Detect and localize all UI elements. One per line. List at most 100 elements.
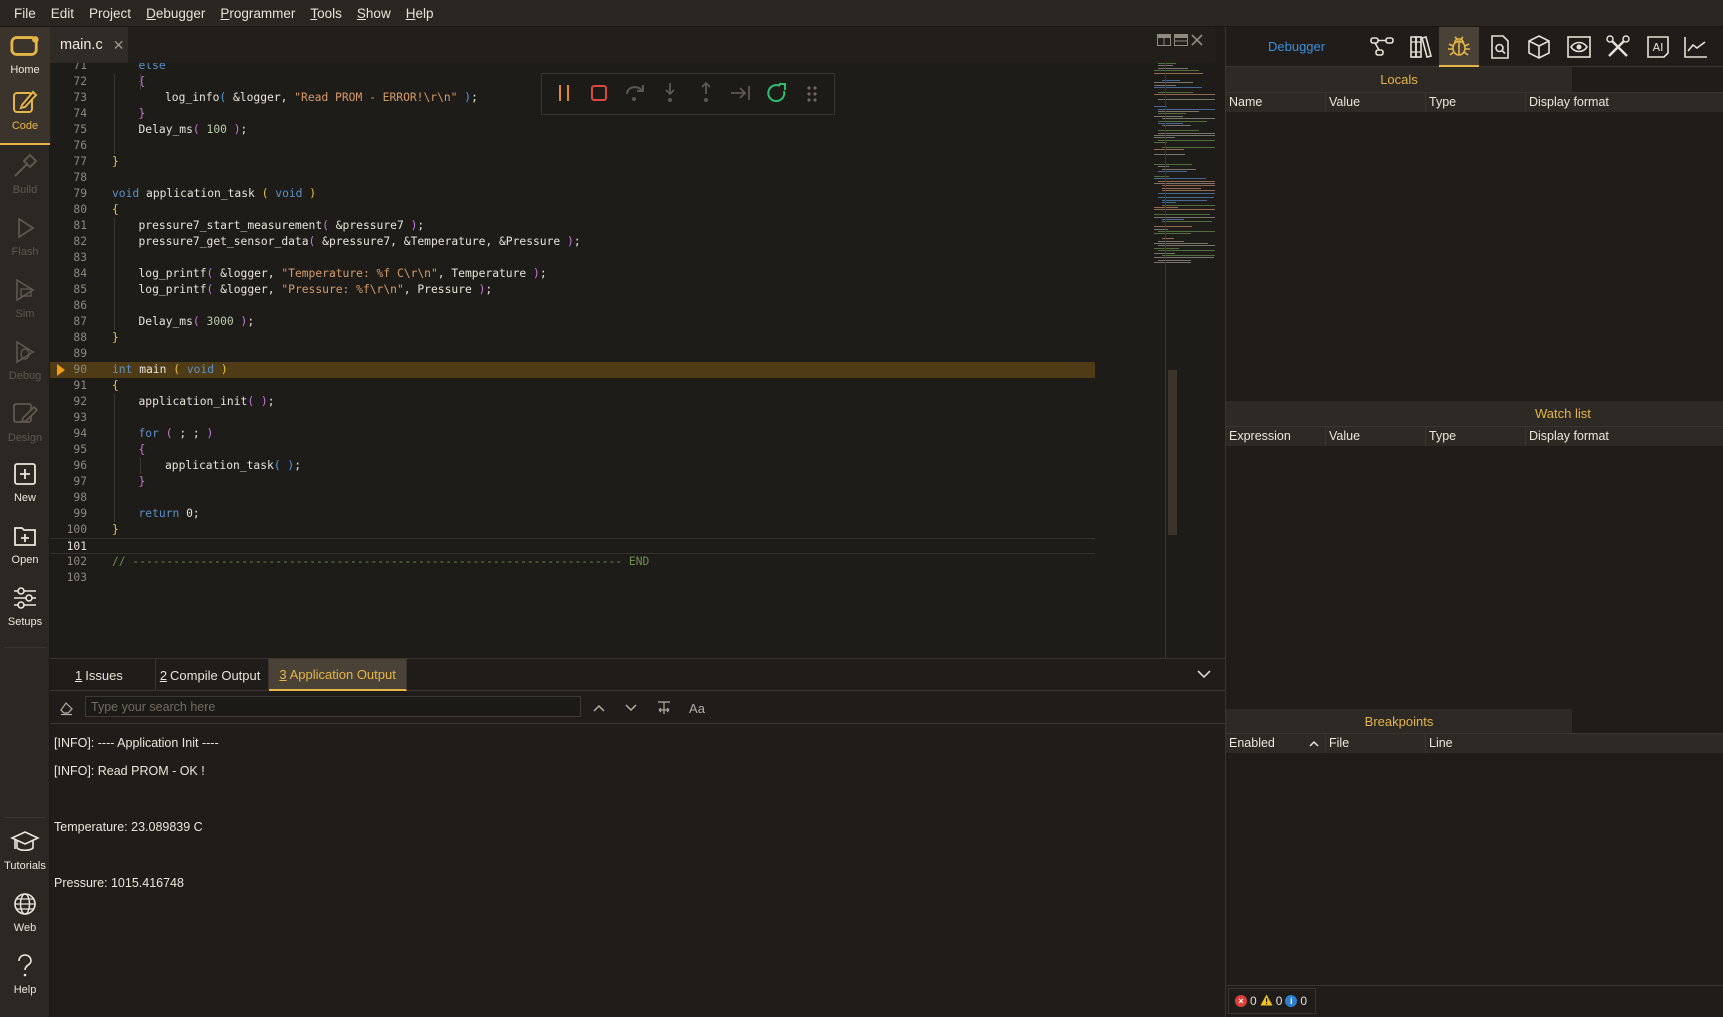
restart-button[interactable] bbox=[763, 80, 791, 108]
menu-programmer[interactable]: Programmer bbox=[220, 6, 295, 21]
pause-button[interactable] bbox=[550, 80, 578, 108]
menu-tools[interactable]: Tools bbox=[310, 6, 342, 21]
line-number[interactable]: 73 bbox=[50, 90, 87, 106]
line-number[interactable]: 101 bbox=[50, 539, 87, 555]
search-previous-chevron-up-icon[interactable] bbox=[588, 697, 610, 719]
code-line[interactable]: 102 // ----------------------------------… bbox=[50, 554, 1095, 570]
code-line[interactable]: 91 { bbox=[50, 378, 1095, 394]
menu-project[interactable]: Project bbox=[89, 6, 131, 21]
column-header-value[interactable]: Value bbox=[1326, 427, 1426, 446]
line-number[interactable]: 92 bbox=[50, 394, 87, 410]
line-number[interactable]: 102 bbox=[50, 554, 87, 570]
line-number[interactable]: 93 bbox=[50, 410, 87, 426]
code-line[interactable]: 83 bbox=[50, 250, 1095, 266]
line-number[interactable]: 99 bbox=[50, 506, 87, 522]
problems-counter[interactable]: × 0 0 i 0 bbox=[1228, 988, 1316, 1014]
column-header-value[interactable]: Value bbox=[1326, 93, 1426, 112]
line-number[interactable]: 83 bbox=[50, 250, 87, 266]
code-line[interactable]: 99 return 0; bbox=[50, 506, 1095, 522]
code-line[interactable]: 84 log_printf( &logger, "Temperature: %f … bbox=[50, 266, 1095, 282]
line-number[interactable]: 72 bbox=[50, 74, 87, 90]
column-header-display-format[interactable]: Display format bbox=[1526, 93, 1723, 112]
column-header-file[interactable]: File bbox=[1326, 734, 1426, 753]
menu-edit[interactable]: Edit bbox=[51, 6, 74, 21]
line-number[interactable]: 85 bbox=[50, 282, 87, 298]
column-header-expression[interactable]: Expression bbox=[1226, 427, 1326, 446]
file-search-icon[interactable] bbox=[1480, 27, 1520, 67]
line-number[interactable]: 91 bbox=[50, 378, 87, 394]
code-line[interactable]: 88} bbox=[50, 330, 1095, 346]
output-search-input[interactable] bbox=[85, 696, 581, 717]
column-header-line[interactable]: Line bbox=[1426, 734, 1723, 753]
menu-help[interactable]: Help bbox=[406, 6, 434, 21]
code-line[interactable]: 80 { bbox=[50, 202, 1095, 218]
tab-issues[interactable]: 1 Issues bbox=[50, 659, 156, 691]
line-number[interactable]: 80 bbox=[50, 202, 87, 218]
line-number[interactable]: 95 bbox=[50, 442, 87, 458]
code-line[interactable]: 90 int main ( void ) bbox=[50, 362, 1095, 378]
collapse-panel-chevron-icon[interactable] bbox=[1195, 665, 1213, 683]
sidebar-item-code[interactable]: Code bbox=[0, 83, 50, 145]
column-header-name[interactable]: Name bbox=[1226, 93, 1326, 112]
sidebar-item-home[interactable]: Home bbox=[0, 27, 50, 89]
code-line[interactable]: 103 bbox=[50, 570, 1095, 586]
line-number[interactable]: 76 bbox=[50, 138, 87, 154]
editor-scrollbar[interactable] bbox=[1165, 63, 1177, 658]
code-line[interactable]: 86 bbox=[50, 298, 1095, 314]
code-line[interactable]: 77} bbox=[50, 154, 1095, 170]
ai-icon[interactable]: AI bbox=[1638, 27, 1678, 67]
code-line[interactable]: 87 Delay_ms( 3000 ); bbox=[50, 314, 1095, 330]
menu-debugger[interactable]: Debugger bbox=[146, 6, 205, 21]
line-number[interactable]: 75 bbox=[50, 122, 87, 138]
breakpoints-table-body[interactable] bbox=[1226, 753, 1723, 983]
menu-file[interactable]: File bbox=[14, 6, 36, 21]
column-header-display-format[interactable]: Display format bbox=[1526, 427, 1723, 446]
code-line[interactable]: 75 Delay_ms( 100 ); bbox=[50, 122, 1095, 138]
chart-line-icon[interactable] bbox=[1676, 27, 1716, 67]
tab-compile-output[interactable]: 2 Compile Output bbox=[156, 659, 270, 691]
line-number[interactable]: 82 bbox=[50, 234, 87, 250]
column-header-type[interactable]: Type bbox=[1426, 93, 1526, 112]
code-line[interactable]: 94 for ( ; ; ) bbox=[50, 426, 1095, 442]
eye-view-icon[interactable] bbox=[1559, 27, 1599, 67]
git-graph-icon[interactable] bbox=[1362, 27, 1402, 67]
line-number[interactable]: 86 bbox=[50, 298, 87, 314]
clear-eraser-icon[interactable] bbox=[55, 697, 77, 719]
close-tab-icon[interactable]: ✕ bbox=[113, 37, 125, 54]
line-number[interactable]: 103 bbox=[50, 570, 87, 586]
code-line[interactable]: 79 void application_task ( void ) bbox=[50, 186, 1095, 202]
menu-show[interactable]: Show bbox=[357, 6, 391, 21]
code-line[interactable]: 89 bbox=[50, 346, 1095, 362]
code-line[interactable]: 78 bbox=[50, 170, 1095, 186]
drag-handle-grip-icon[interactable] bbox=[798, 80, 826, 108]
split-vertical-icon[interactable] bbox=[1157, 33, 1171, 49]
code-line[interactable]: 81 pressure7_start_measurement( &pressure… bbox=[50, 218, 1095, 234]
code-line[interactable]: 85 log_printf( &logger, "Pressure: %f\r\n… bbox=[50, 282, 1095, 298]
library-books-icon[interactable] bbox=[1401, 27, 1441, 67]
line-number[interactable]: 74 bbox=[50, 106, 87, 122]
line-number[interactable]: 98 bbox=[50, 490, 87, 506]
watch-table-body[interactable] bbox=[1226, 446, 1723, 708]
code-line[interactable]: 82 pressure7_get_sensor_data( &pressure7,… bbox=[50, 234, 1095, 250]
code-line[interactable]: 100} bbox=[50, 522, 1095, 538]
column-header-enabled[interactable]: Enabled bbox=[1226, 734, 1326, 753]
sidebar-item-tutorials[interactable]: Tutorials bbox=[0, 823, 50, 885]
code-line[interactable]: 96 application_task( ); bbox=[50, 458, 1095, 474]
code-line[interactable]: 76 bbox=[50, 138, 1095, 154]
code-line[interactable]: 97} bbox=[50, 474, 1095, 490]
split-horizontal-icon[interactable] bbox=[1174, 33, 1188, 49]
line-number[interactable]: 81 bbox=[50, 218, 87, 234]
line-number[interactable]: 89 bbox=[50, 346, 87, 362]
locals-table-body[interactable] bbox=[1226, 112, 1723, 397]
sidebar-item-setups[interactable]: Setups bbox=[0, 579, 50, 641]
sidebar-item-new[interactable]: New bbox=[0, 455, 50, 517]
line-number[interactable]: 97 bbox=[50, 474, 87, 490]
column-header-type[interactable]: Type bbox=[1426, 427, 1526, 446]
sidebar-item-help[interactable]: Help bbox=[0, 947, 50, 1009]
line-number[interactable]: 87 bbox=[50, 314, 87, 330]
package-box-icon[interactable] bbox=[1519, 27, 1559, 67]
tab-main-c[interactable]: main.c ✕ bbox=[50, 27, 128, 63]
code-line[interactable]: 95 { bbox=[50, 442, 1095, 458]
line-number[interactable]: 84 bbox=[50, 266, 87, 282]
line-number[interactable]: 88 bbox=[50, 330, 87, 346]
